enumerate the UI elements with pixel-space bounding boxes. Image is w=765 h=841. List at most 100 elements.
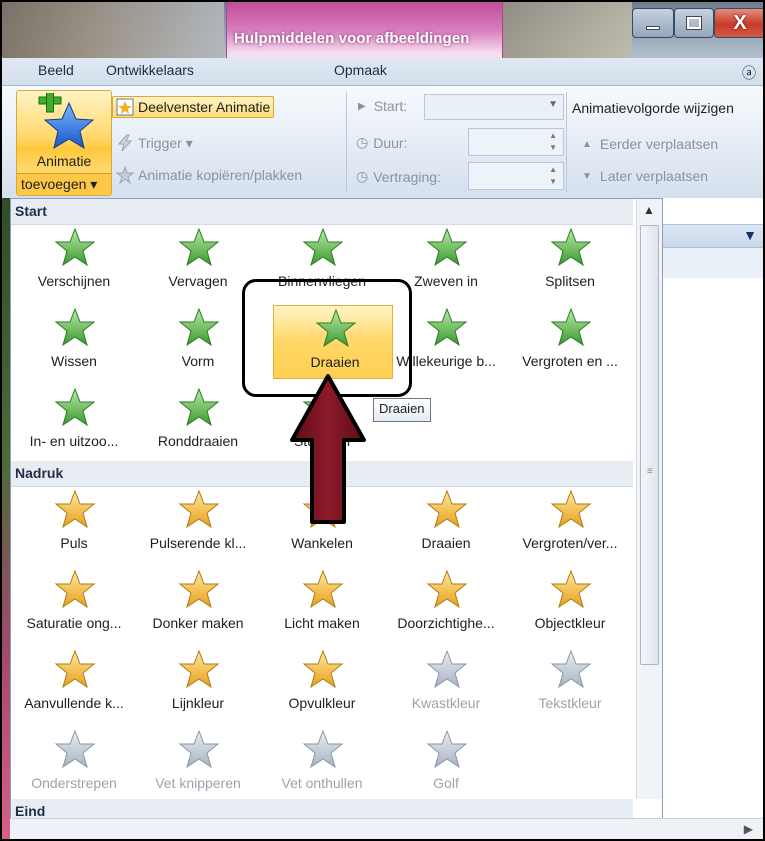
gallery-item-label: Licht maken xyxy=(284,615,360,631)
delay-spinner[interactable]: ▲ ▼ xyxy=(468,162,564,190)
move-earlier-label: Eerder verplaatsen xyxy=(599,136,719,152)
gallery-item-label: In- en uitzoo... xyxy=(29,433,119,449)
animation-star-icon xyxy=(550,649,592,689)
gallery-item[interactable]: Saturatie ong... xyxy=(13,567,135,641)
clock-icon: ◷ xyxy=(356,168,369,184)
gallery-item[interactable]: Puls xyxy=(13,487,135,561)
gallery-item[interactable]: Vet knipperen xyxy=(137,727,259,801)
animation-star-icon xyxy=(426,569,468,609)
copy-animation-button[interactable]: Animatie kopiëren/plakken xyxy=(116,166,302,184)
gallery-item-label: Doorzichtighe... xyxy=(397,615,495,631)
duration-spinner[interactable]: ▲ ▼ xyxy=(468,128,564,156)
gallery-item-label: Opvulkleur xyxy=(288,695,356,711)
animation-star-icon xyxy=(426,489,468,529)
delay-label-row: ◷ Vertraging: xyxy=(356,168,441,185)
gallery-item-label: Vet onthullen xyxy=(281,775,363,791)
gallery-item[interactable]: Pulserende kl... xyxy=(137,487,259,561)
animation-star-icon xyxy=(426,227,468,267)
tab-ontwikkelaars[interactable]: Ontwikkelaars xyxy=(106,62,194,78)
gallery-item[interactable]: Tekstkleur xyxy=(509,647,631,721)
gallery-item[interactable]: Ronddraaien xyxy=(137,385,259,459)
start-dropdown[interactable]: ▼ xyxy=(424,94,564,120)
animation-star-icon xyxy=(54,569,96,609)
animation-star-icon xyxy=(178,307,220,347)
horizontal-scrollbar[interactable]: ▶ xyxy=(10,818,763,839)
clock-icon: ◷ xyxy=(356,134,369,150)
delay-label: Vertraging: xyxy=(373,168,441,185)
animation-star-icon xyxy=(550,307,592,347)
gallery-item[interactable]: Verschijnen xyxy=(13,225,135,299)
gallery-scrollbar[interactable]: ▲ ≡ xyxy=(636,199,662,799)
gallery-item[interactable]: Onderstrepen xyxy=(13,727,135,801)
gallery-item-label: Wissen xyxy=(51,353,97,369)
section-start: Start xyxy=(11,199,633,225)
close-button[interactable]: X xyxy=(714,8,763,38)
gallery-item[interactable]: Golf xyxy=(385,727,507,801)
animation-star-icon xyxy=(302,729,344,769)
gallery-item-label: Vergroten/ver... xyxy=(522,535,618,551)
trigger-label: Trigger ▾ xyxy=(138,134,193,151)
tab-opmaak[interactable]: Opmaak xyxy=(334,62,387,78)
animation-star-icon xyxy=(302,649,344,689)
gallery-item[interactable]: Donker maken xyxy=(137,567,259,641)
gallery-item-label: Vervagen xyxy=(168,273,228,289)
contextual-tab-title: Hulpmiddelen voor afbeeldingen xyxy=(234,30,470,47)
animation-star-icon xyxy=(426,729,468,769)
start-label-row: ▶ Start: xyxy=(358,98,407,114)
scroll-up-icon[interactable]: ▲ xyxy=(643,203,655,217)
maximize-button[interactable] xyxy=(674,8,714,38)
animation-pane-label: Deelvenster Animatie xyxy=(138,99,271,115)
animation-star-icon xyxy=(54,307,96,347)
gallery-item[interactable]: Kwastkleur xyxy=(385,647,507,721)
tooltip: Draaien xyxy=(373,398,431,422)
gallery-item-label: Saturatie ong... xyxy=(26,615,122,631)
animation-star-icon xyxy=(54,387,96,427)
gallery-item[interactable]: In- en uitzoo... xyxy=(13,385,135,459)
gallery-item[interactable]: Objectkleur xyxy=(509,567,631,641)
gallery-item-label: Ronddraaien xyxy=(157,433,239,449)
duration-label-row: ◷ Duur: xyxy=(356,134,407,151)
add-animation-dropdown[interactable]: toevoegen ▾ xyxy=(17,173,111,195)
powerpoint-window: Hulpmiddelen voor afbeeldingen X Beeld O… xyxy=(0,0,765,841)
animation-star-icon xyxy=(550,489,592,529)
gallery-item[interactable]: Vervagen xyxy=(137,225,259,299)
ribbon-collapse-icon[interactable]: ⓐ xyxy=(742,63,756,83)
scrollbar-thumb[interactable]: ≡ xyxy=(640,225,659,665)
gallery-item-label: Kwastkleur xyxy=(411,695,481,711)
animation-star-icon xyxy=(178,649,220,689)
animation-pane-edge: ▼ xyxy=(663,198,763,798)
trigger-button[interactable]: Trigger ▾ xyxy=(116,134,193,152)
animation-star-icon xyxy=(302,569,344,609)
gallery-item-label: Vergroten en ... xyxy=(522,353,618,369)
gallery-item[interactable]: Vorm xyxy=(137,305,259,379)
animation-star-icon xyxy=(178,387,220,427)
maximize-icon xyxy=(686,16,702,30)
animation-painter-icon xyxy=(116,166,134,184)
move-later-label: Later verplaatsen xyxy=(599,168,709,184)
close-icon: X xyxy=(733,11,747,34)
tab-beeld[interactable]: Beeld xyxy=(38,62,74,78)
gallery-item[interactable]: Aanvullende k... xyxy=(13,647,135,721)
gallery-item[interactable]: Draaien xyxy=(385,487,507,561)
gallery-item[interactable]: Vergroten/ver... xyxy=(509,487,631,561)
move-earlier-button[interactable]: ▲ Eerder verplaatsen xyxy=(582,136,718,152)
gallery-item[interactable]: Doorzichtighe... xyxy=(385,567,507,641)
animation-pane-button[interactable]: Deelvenster Animatie xyxy=(112,96,275,118)
animation-pane-icon xyxy=(116,98,134,116)
gallery-item[interactable]: Vet onthullen xyxy=(261,727,383,801)
move-later-button[interactable]: ▼ Later verplaatsen xyxy=(582,168,708,184)
gallery-item[interactable]: Opvulkleur xyxy=(261,647,383,721)
gallery-item[interactable]: Wissen xyxy=(13,305,135,379)
chevron-down-icon[interactable]: ▼ xyxy=(743,227,757,243)
gallery-item[interactable]: Vergroten en ... xyxy=(509,305,631,379)
gallery-item-label: Objectkleur xyxy=(534,615,606,631)
gallery-item[interactable]: Lijnkleur xyxy=(137,647,259,721)
animation-star-icon xyxy=(178,227,220,267)
animation-star-icon xyxy=(178,489,220,529)
gallery-item[interactable]: Splitsen xyxy=(509,225,631,299)
minimize-button[interactable] xyxy=(632,8,674,38)
gallery-item[interactable]: Licht maken xyxy=(261,567,383,641)
lightning-icon xyxy=(117,134,133,152)
scroll-right-icon[interactable]: ▶ xyxy=(744,822,753,836)
add-animation-button[interactable]: Animatie toevoegen ▾ xyxy=(16,90,112,196)
